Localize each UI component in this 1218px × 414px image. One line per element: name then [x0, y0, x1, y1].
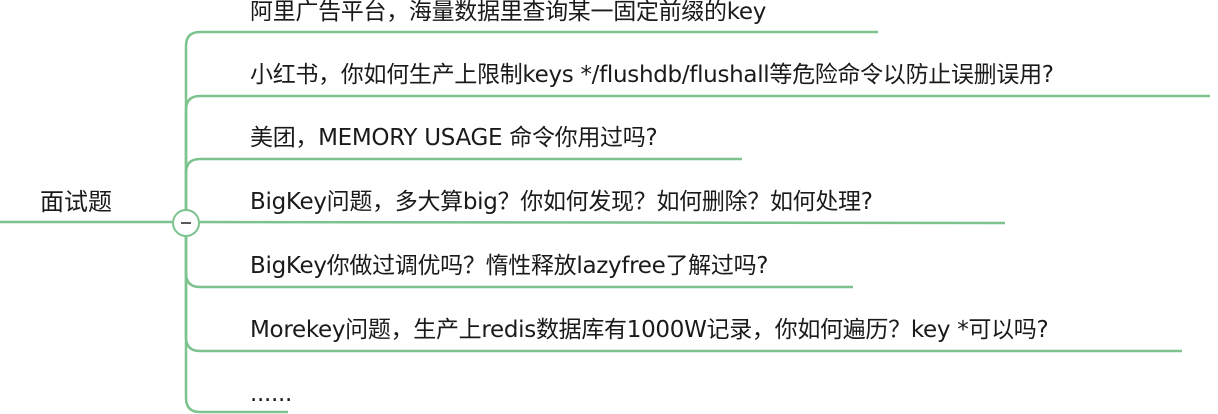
topic-morekey-problem[interactable]: Morekey问题，生产上redis数据库有1000W记录，你如何遍历？key … — [250, 315, 1049, 345]
topic-ali-prefix-query[interactable]: 阿里广告平台，海量数据里查询某一固定前缀的key — [250, 0, 766, 27]
topic-bigkey-tuning[interactable]: BigKey你做过调优吗？惰性释放lazyfree了解过吗? — [250, 251, 769, 281]
mindmap-canvas: 面试题 阿里广告平台，海量数据里查询某一固定前缀的key 小红书，你如何生产上限… — [0, 0, 1218, 414]
root-topic[interactable]: 面试题 — [40, 187, 112, 217]
topic-meituan-memory-usage[interactable]: 美团，MEMORY USAGE 命令你用过吗? — [250, 123, 658, 153]
topic-bigkey-problem[interactable]: BigKey问题，多大算big？你如何发现？如何删除？如何处理? — [250, 187, 873, 217]
topic-ellipsis[interactable]: ...... — [250, 379, 292, 409]
minus-icon — [181, 222, 191, 224]
collapse-toggle-button[interactable] — [172, 209, 200, 237]
branch-line-4 — [185, 220, 1006, 225]
topic-xiaohongshu-dangerous-commands[interactable]: 小红书，你如何生产上限制keys */flushdb/flushall等危险命令… — [250, 60, 1054, 90]
